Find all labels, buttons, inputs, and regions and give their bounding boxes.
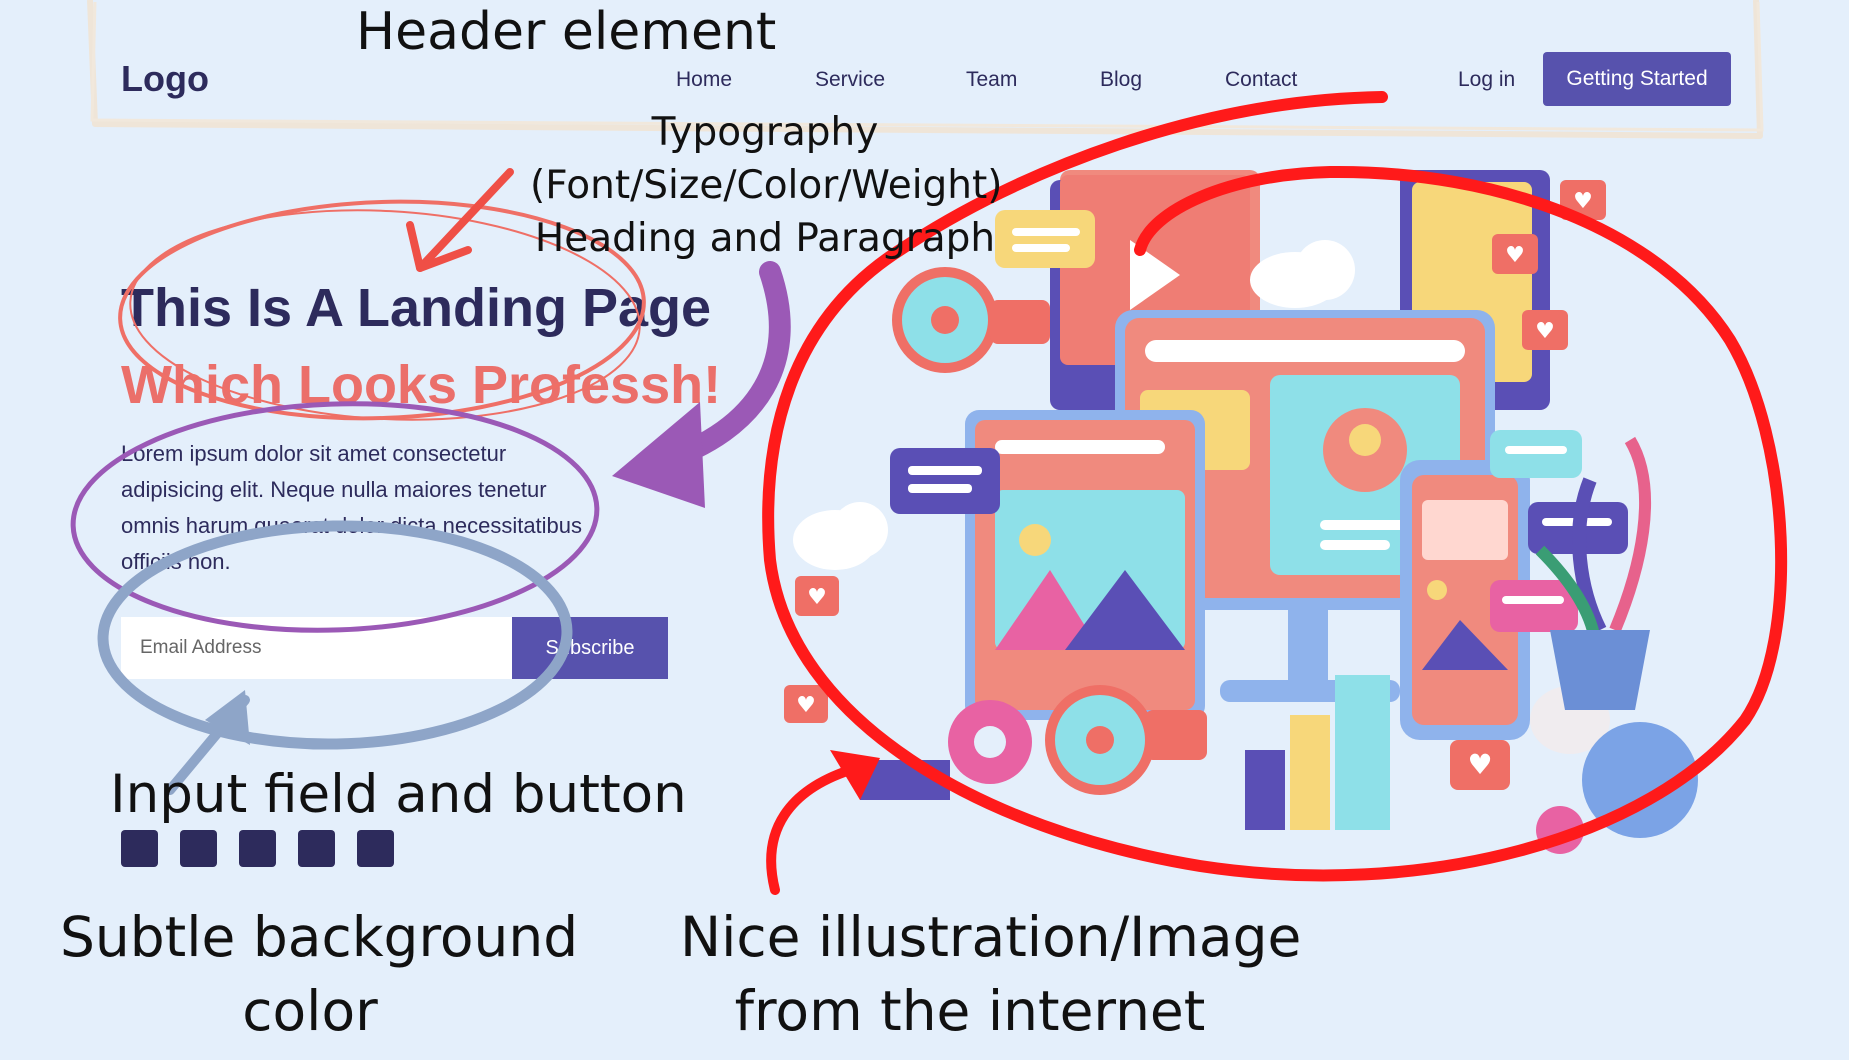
logo[interactable]: Logo — [121, 58, 209, 100]
annotation-image-line: Nice illustration/Image — [680, 905, 1302, 969]
svg-text:♥: ♥ — [1573, 189, 1593, 214]
hero-title-line1: This Is A Landing Page — [121, 278, 712, 338]
annotation-background-line: Subtle background — [60, 905, 579, 969]
svg-text:♥: ♥ — [1467, 748, 1492, 781]
svg-text:♥: ♥ — [796, 693, 816, 718]
annotation-typography-line: (Font/Size/Color/Weight) — [530, 163, 1003, 208]
annotation-background: Subtle background color — [60, 900, 579, 1048]
annotation-background-line: color — [242, 979, 378, 1043]
svg-text:♥: ♥ — [1535, 319, 1555, 344]
email-input[interactable] — [121, 617, 513, 679]
hero-title-line2: Which Looks Professh! — [121, 355, 722, 415]
login-link[interactable]: Log in — [1458, 68, 1515, 92]
color-swatch — [239, 830, 276, 867]
getting-started-button[interactable]: Getting Started — [1543, 52, 1731, 106]
color-swatch — [180, 830, 217, 867]
hero-paragraph: Lorem ipsum dolor sit amet consectetur a… — [121, 441, 583, 574]
color-swatch — [121, 830, 158, 867]
color-swatch — [357, 830, 394, 867]
annotation-header: Header element — [356, 2, 777, 62]
subscribe-button[interactable]: Subscribe — [512, 617, 668, 679]
annotation-typography-line: Typography — [651, 110, 879, 155]
color-swatch — [298, 830, 335, 867]
svg-text:♥: ♥ — [1505, 243, 1525, 268]
annotation-image-line: from the internet — [734, 979, 1206, 1043]
annotation-input: Input field and button — [110, 764, 687, 825]
nav-contact[interactable]: Contact — [1225, 68, 1297, 92]
annotation-image: Nice illustration/Image from the interne… — [680, 900, 1302, 1048]
nav-service[interactable]: Service — [815, 68, 885, 92]
nav-team[interactable]: Team — [966, 68, 1017, 92]
annotation-typography-line: Heading and Paragraph — [534, 216, 996, 261]
annotation-typography: Typography (Font/Size/Color/Weight) Head… — [530, 106, 1003, 265]
nav-home[interactable]: Home — [676, 68, 732, 92]
nav-blog[interactable]: Blog — [1100, 68, 1142, 92]
svg-text:♥: ♥ — [807, 585, 827, 610]
